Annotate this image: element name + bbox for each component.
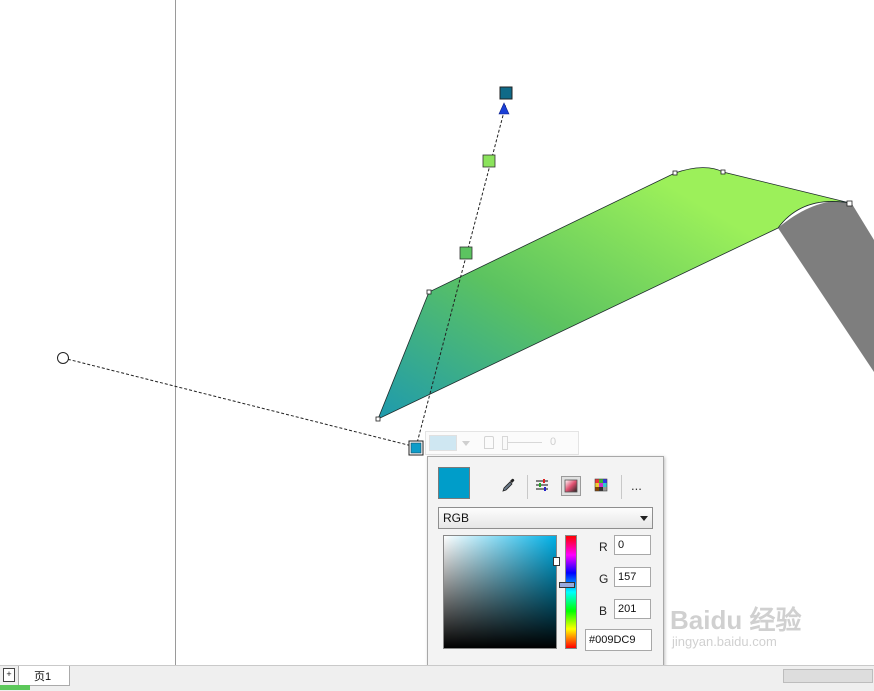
color-model-value: RGB xyxy=(443,511,470,525)
hue-slider-handle[interactable] xyxy=(559,582,575,588)
color-picker-panel: ... RGB R 0 G 157 B 201 #009DC9 xyxy=(427,456,664,688)
color-indicator-strip xyxy=(0,685,30,690)
sliders-icon xyxy=(536,479,548,491)
toolbar-separator xyxy=(621,475,622,499)
palette-icon xyxy=(594,478,608,492)
hex-color-input[interactable]: #009DC9 xyxy=(585,629,652,651)
gradient-ribbon-shape[interactable] xyxy=(377,167,851,420)
gradient-angle-line xyxy=(62,357,417,448)
transparency-value[interactable]: 0 xyxy=(550,436,556,448)
gradient-node-toolbar: 0 xyxy=(425,431,579,455)
transparency-slider[interactable] xyxy=(502,442,542,443)
node-color-swatch[interactable] xyxy=(429,435,457,451)
color-model-select[interactable]: RGB xyxy=(438,507,653,529)
gradient-direction-arrow-icon xyxy=(498,102,510,115)
color-palette-button[interactable] xyxy=(592,476,610,494)
horizontal-scrollbar[interactable] xyxy=(783,669,873,683)
gradient-angle-handle[interactable] xyxy=(57,352,69,364)
color-viewer-button[interactable] xyxy=(561,476,581,496)
page-tab-label: 页1 xyxy=(34,671,52,683)
gradient-mid-stop-1[interactable] xyxy=(459,246,473,260)
chevron-down-icon[interactable] xyxy=(462,441,470,446)
blue-channel-input[interactable]: 201 xyxy=(614,599,651,619)
blue-channel-label: B xyxy=(599,604,608,618)
more-options-button[interactable]: ... xyxy=(631,479,642,493)
transparency-icon xyxy=(484,436,494,449)
document-status-bar: + 页1 xyxy=(0,665,874,691)
color-sliders-button[interactable] xyxy=(533,476,551,494)
saturation-value-handle[interactable] xyxy=(553,557,560,566)
red-channel-input[interactable]: 0 xyxy=(614,535,651,555)
saturation-value-area[interactable] xyxy=(443,535,560,649)
toolbar-separator xyxy=(527,475,528,499)
eyedropper-icon xyxy=(502,478,515,492)
watermark-url: jingyan.baidu.com xyxy=(672,634,777,649)
hue-slider[interactable] xyxy=(565,535,577,649)
red-channel-label: R xyxy=(599,540,608,554)
gradient-mid-stop-2[interactable] xyxy=(482,154,496,168)
add-page-icon[interactable]: + xyxy=(3,668,15,682)
green-channel-input[interactable]: 157 xyxy=(614,567,651,587)
watermark-logo-text: Baidu 经验 xyxy=(670,605,802,635)
gradient-start-color xyxy=(410,442,422,454)
gradient-end-handle[interactable] xyxy=(499,86,513,100)
transparency-slider-thumb[interactable] xyxy=(502,436,508,450)
green-channel-label: G xyxy=(599,572,609,586)
eyedropper-button[interactable] xyxy=(500,476,518,494)
page-tab-1[interactable]: 页1 xyxy=(18,666,70,686)
ribbon-shadow xyxy=(778,201,874,372)
baidu-watermark: Baidu 经验 jingyan.baidu.com xyxy=(670,606,801,649)
chevron-down-icon xyxy=(640,516,648,521)
current-color-swatch[interactable] xyxy=(438,467,470,499)
color-viewer-icon xyxy=(564,479,578,493)
